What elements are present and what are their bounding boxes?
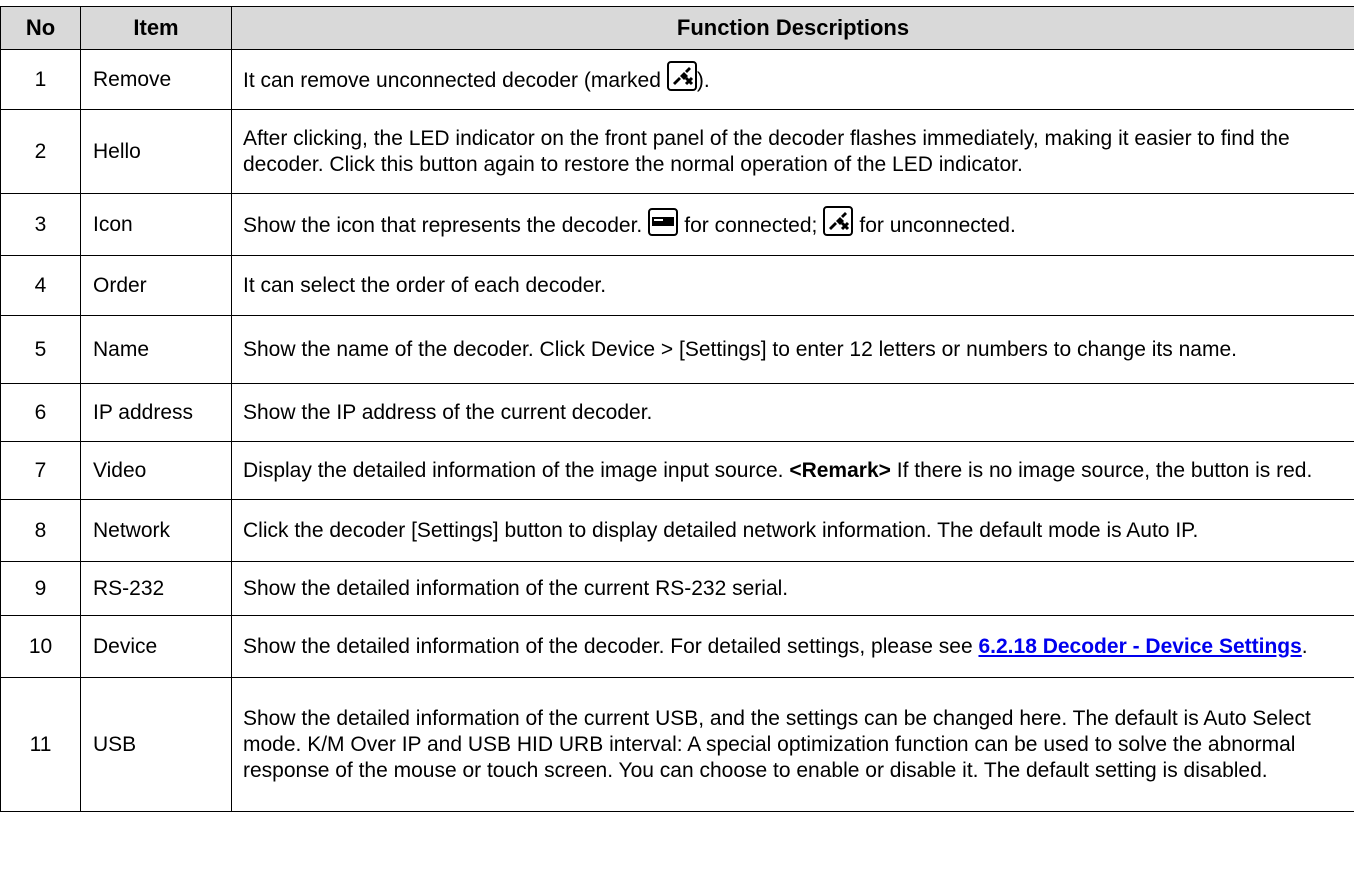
row-number: 5 [0,315,81,384]
description-text-end: for unconnected. [859,214,1016,237]
row-number: 9 [0,561,81,616]
row-item: IP address [80,383,232,442]
row-number: 2 [0,109,81,194]
row-description: Show the detailed information of the cur… [231,561,1354,616]
device-settings-link[interactable]: 6.2.18 Decoder - Device Settings [978,635,1301,658]
table-row: 5 Name Show the name of the decoder. Cli… [0,315,1354,384]
row-item: Order [80,255,232,316]
row-item: Device [80,615,232,678]
row-number: 3 [0,193,81,256]
table-row: 10 Device Show the detailed information … [0,615,1354,678]
row-item: RS-232 [80,561,232,616]
table-row: 9 RS-232 Show the detailed information o… [0,561,1354,616]
row-item: Icon [80,193,232,256]
description-text: Display the detailed information of the … [243,458,784,482]
row-item: Name [80,315,232,384]
description-text-end: . [1301,634,1308,658]
table-row: 3 Icon Show the icon that represents the… [0,193,1354,256]
header-item: Item [80,6,232,50]
row-description: Show the name of the decoder. Click Devi… [231,315,1354,384]
row-description: Display the detailed information of the … [231,441,1354,500]
description-text: It can remove unconnected decoder (marke… [243,69,661,92]
function-description-table: No Item Function Descriptions 1 Remove I… [0,6,1354,812]
connected-decoder-icon [648,208,679,243]
row-number: 8 [0,499,81,562]
row-item: USB [80,677,232,812]
description-text-end: If there is no image source, the button … [896,458,1313,482]
row-number: 10 [0,615,81,678]
row-item: Network [80,499,232,562]
row-number: 7 [0,441,81,500]
row-description: After clicking, the LED indicator on the… [231,109,1354,194]
row-number: 11 [0,677,81,812]
row-description: Show the detailed information of the dec… [231,615,1354,678]
header-no: No [0,6,81,50]
remark-label: <Remark> [789,458,891,482]
unconnected-decoder-icon [823,206,854,243]
table-header-row: No Item Function Descriptions [0,6,1354,50]
table-row: 6 IP address Show the IP address of the … [0,383,1354,442]
row-item: Hello [80,109,232,194]
row-number: 6 [0,383,81,442]
row-number: 1 [0,49,81,110]
description-text-middle: for connected; [684,214,818,237]
row-item: Remove [80,49,232,110]
table-row: 2 Hello After clicking, the LED indicato… [0,109,1354,194]
description-text: Show the icon that represents the decode… [243,214,643,237]
description-text: Show the detailed information of the dec… [243,634,973,658]
header-function-descriptions: Function Descriptions [231,6,1354,50]
table-row: 11 USB Show the detailed information of … [0,677,1354,812]
row-description: Show the IP address of the current decod… [231,383,1354,442]
row-number: 4 [0,255,81,316]
description-text-end: ). [696,69,710,92]
table-row: 8 Network Click the decoder [Settings] b… [0,499,1354,562]
row-description: Show the icon that represents the decode… [231,193,1354,256]
table-row: 4 Order It can select the order of each … [0,255,1354,316]
row-description: Show the detailed information of the cur… [231,677,1354,812]
row-description: Click the decoder [Settings] button to d… [231,499,1354,562]
unconnected-decoder-icon [666,61,697,98]
row-description: It can select the order of each decoder. [231,255,1354,316]
row-item: Video [80,441,232,500]
table-row: 1 Remove It can remove unconnected decod… [0,49,1354,110]
table-row: 7 Video Display the detailed information… [0,441,1354,500]
row-description: It can remove unconnected decoder (marke… [231,49,1354,110]
